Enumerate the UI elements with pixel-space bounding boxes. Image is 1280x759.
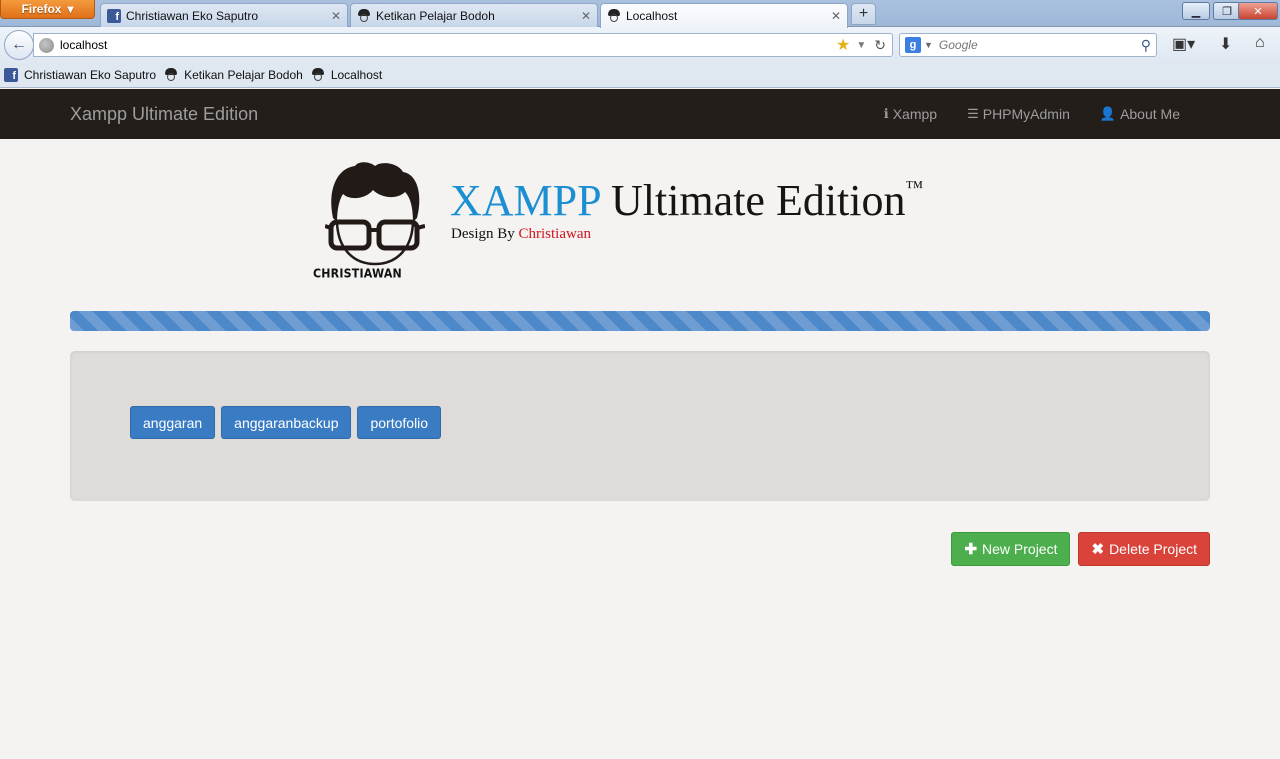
page-subtitle: Design By Christiawan — [451, 226, 591, 243]
page-title: XAMPP Ultimate Edition™ — [450, 175, 923, 226]
close-icon[interactable]: ✕ — [831, 9, 841, 23]
search-icon[interactable]: ⚲ — [1141, 37, 1151, 54]
progress-fill — [70, 311, 1210, 331]
arrow-left-icon: ← — [11, 36, 27, 53]
progress-bar — [70, 311, 1210, 331]
bookmark-localhost[interactable]: Localhost — [311, 68, 382, 82]
chevron-down-icon: ▾ — [67, 2, 74, 16]
face-icon — [607, 9, 621, 23]
firefox-menu-label: Firefox — [21, 2, 62, 16]
logo-name: CHRISTIAWAN — [313, 266, 402, 281]
home-icon[interactable]: ⌂ — [1255, 34, 1265, 52]
hero-header: CHRISTIAWAN XAMPP Ultimate Edition™ Desi… — [310, 155, 990, 290]
nav-item-label: Xampp — [892, 106, 938, 122]
project-button[interactable]: portofolio — [357, 406, 442, 439]
project-actions: ✚ New Project ✖ Delete Project — [951, 532, 1210, 566]
nav-item-xampp[interactable]: ℹ Xampp — [884, 106, 937, 122]
times-icon: ✖ — [1091, 541, 1105, 558]
plus-icon: ✚ — [964, 541, 978, 558]
address-bar[interactable]: localhost ★ ▼ ↻ — [33, 33, 893, 57]
bookmarks-toolbar: f Christiawan Eko Saputro Ketikan Pelaja… — [0, 63, 1280, 88]
close-icon[interactable]: ✕ — [331, 9, 341, 23]
google-icon[interactable]: g — [905, 37, 921, 53]
globe-icon — [39, 37, 54, 53]
nav-item-about-me[interactable]: 👤 About Me — [1100, 106, 1180, 122]
minimize-button[interactable]: ▁ — [1182, 2, 1210, 20]
navbar-brand[interactable]: Xampp Ultimate Edition — [70, 89, 258, 139]
title-highlight: XAMPP — [450, 176, 600, 225]
tab-ketikan[interactable]: Ketikan Pelajar Bodoh ✕ — [350, 3, 598, 27]
trademark-symbol: ™ — [905, 177, 924, 198]
bookmark-label: Christiawan Eko Saputro — [24, 68, 157, 82]
nav-item-phpmyadmin[interactable]: ☰ PHPMyAdmin — [967, 106, 1070, 122]
tab-label: Christiawan Eko Saputro — [126, 8, 259, 23]
subtitle-prefix: Design By — [451, 226, 515, 242]
search-placeholder[interactable]: Google — [939, 38, 1141, 52]
browser-tab-strip: Firefox ▾ f Christiawan Eko Saputro ✕ Ke… — [0, 0, 1280, 28]
close-icon[interactable]: ✕ — [581, 9, 591, 23]
face-icon — [164, 68, 178, 82]
new-tab-button[interactable]: + — [851, 3, 876, 25]
project-button[interactable]: anggaranbackup — [221, 406, 352, 439]
face-icon — [357, 8, 371, 23]
title-rest: Ultimate Edition — [610, 176, 906, 225]
user-icon: 👤 — [1099, 106, 1117, 121]
tab-christiawan[interactable]: f Christiawan Eko Saputro ✕ — [100, 3, 348, 27]
reload-icon[interactable]: ↻ — [874, 37, 886, 54]
bookmark-label: Localhost — [330, 68, 383, 82]
tab-label: Ketikan Pelajar Bodoh — [376, 8, 495, 23]
restore-button[interactable]: ❐ — [1213, 2, 1241, 20]
navbar-menu: ℹ Xampp ☰ PHPMyAdmin 👤 About Me — [854, 89, 1180, 139]
face-icon — [311, 68, 325, 82]
address-text[interactable]: localhost — [60, 38, 836, 52]
project-list: anggaran anggaranbackup portofolio — [130, 406, 442, 439]
history-dropdown-icon[interactable]: ▼ — [856, 40, 866, 51]
new-project-label: New Project — [982, 541, 1058, 557]
list-icon: ☰ — [967, 106, 979, 121]
nav-item-label: About Me — [1120, 106, 1180, 122]
delete-project-button[interactable]: ✖ Delete Project — [1078, 532, 1210, 566]
window-close-button[interactable]: ✕ — [1238, 2, 1278, 20]
info-icon: ℹ — [883, 106, 889, 121]
delete-project-label: Delete Project — [1109, 541, 1197, 557]
firefox-menu-button[interactable]: Firefox ▾ — [0, 0, 95, 19]
tab-localhost[interactable]: Localhost ✕ — [600, 3, 848, 28]
bookmark-star-icon[interactable]: ★ — [836, 35, 850, 55]
search-bar[interactable]: g ▼ Google ⚲ — [899, 33, 1157, 57]
project-button[interactable]: anggaran — [130, 406, 216, 439]
chevron-down-icon[interactable]: ▼ — [924, 40, 933, 50]
download-icon[interactable]: ⬇ — [1219, 34, 1232, 54]
facebook-icon: f — [107, 8, 121, 23]
site-navbar: Xampp Ultimate Edition ℹ Xampp ☰ PHPMyAd… — [0, 89, 1280, 139]
bookmarks-menu-icon[interactable]: ▣▾ — [1172, 34, 1195, 54]
tab-label: Localhost — [626, 9, 678, 23]
bookmark-ketikan[interactable]: Ketikan Pelajar Bodoh — [164, 68, 303, 82]
nav-item-label: PHPMyAdmin — [982, 106, 1070, 122]
new-project-button[interactable]: ✚ New Project — [951, 532, 1071, 566]
back-button[interactable]: ← — [4, 30, 34, 60]
caricature-logo — [325, 162, 425, 266]
subtitle-author: Christiawan — [518, 226, 592, 242]
projects-panel: anggaran anggaranbackup portofolio — [70, 351, 1210, 501]
bookmark-christiawan[interactable]: f Christiawan Eko Saputro — [4, 68, 156, 82]
facebook-icon: f — [4, 68, 18, 82]
bookmark-label: Ketikan Pelajar Bodoh — [184, 68, 303, 82]
browser-nav-toolbar: ← localhost ★ ▼ ↻ g ▼ Google ⚲ ▣▾ ⬇ ⌂ — [0, 27, 1280, 63]
